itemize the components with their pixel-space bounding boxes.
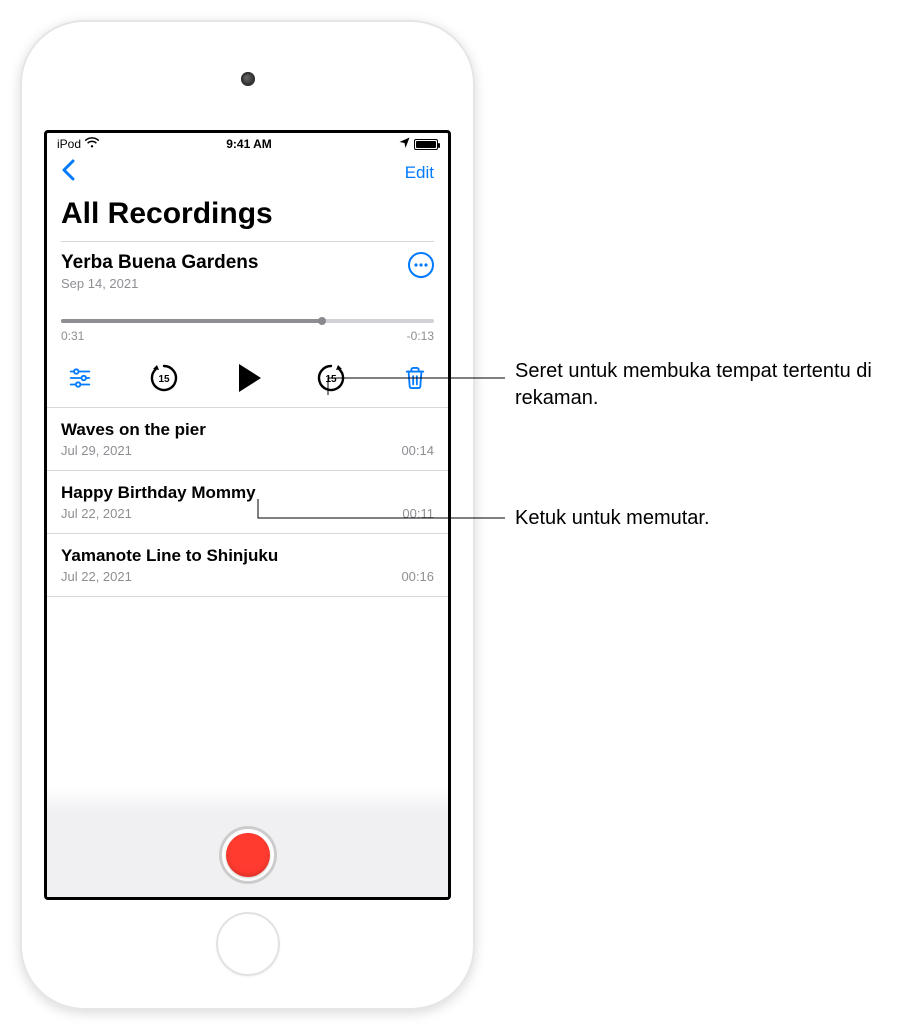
page-title: All Recordings xyxy=(47,193,448,241)
skip-forward-button[interactable]: 15 xyxy=(314,361,348,395)
play-icon xyxy=(239,364,261,392)
recording-title: Waves on the pier xyxy=(61,420,434,440)
record-toolbar xyxy=(47,811,448,897)
front-camera xyxy=(241,72,255,86)
recordings-list: Waves on the pier Jul 29, 2021 00:14 Hap… xyxy=(47,407,448,811)
playback-controls: 15 15 xyxy=(61,361,434,395)
record-button[interactable] xyxy=(219,826,277,884)
list-item[interactable]: Waves on the pier Jul 29, 2021 00:14 xyxy=(47,407,448,470)
list-item[interactable]: Happy Birthday Mommy Jul 22, 2021 00:11 xyxy=(47,470,448,533)
screen: iPod 9:41 AM Edit All Recordings xyxy=(44,130,451,900)
battery-icon xyxy=(414,139,438,150)
carrier-label: iPod xyxy=(57,137,81,151)
fade-overlay xyxy=(47,788,448,812)
recording-date: Jul 22, 2021 xyxy=(61,569,132,584)
elapsed-time: 0:31 xyxy=(61,329,84,343)
svg-text:15: 15 xyxy=(326,374,338,385)
list-item[interactable]: Yamanote Line to Shinjuku Jul 22, 2021 0… xyxy=(47,533,448,597)
recording-date: Jul 29, 2021 xyxy=(61,443,132,458)
callout-scrubber: Seret untuk membuka tempat tertentu di r… xyxy=(515,358,905,412)
nav-bar: Edit xyxy=(47,153,448,193)
remaining-time: -0:13 xyxy=(407,329,434,343)
scrubber-handle[interactable] xyxy=(318,317,326,325)
status-bar: iPod 9:41 AM xyxy=(47,133,448,153)
edit-button[interactable]: Edit xyxy=(405,163,434,183)
more-button[interactable] xyxy=(408,252,434,278)
callout-play: Ketuk untuk memutar. xyxy=(515,505,710,532)
clock-label: 9:41 AM xyxy=(226,137,272,151)
recording-title: Yamanote Line to Shinjuku xyxy=(61,546,434,566)
recording-duration: 00:11 xyxy=(402,506,434,521)
options-button[interactable] xyxy=(63,361,97,395)
skip-back-button[interactable]: 15 xyxy=(147,361,181,395)
play-button[interactable] xyxy=(231,361,265,395)
recording-duration: 00:16 xyxy=(401,569,434,584)
device-frame: iPod 9:41 AM Edit All Recordings xyxy=(20,20,475,1010)
recording-duration: 00:14 xyxy=(401,443,434,458)
expanded-recording: Yerba Buena Gardens Sep 14, 2021 0:31 -0… xyxy=(47,242,448,407)
home-button[interactable] xyxy=(216,912,280,976)
record-icon xyxy=(226,833,270,877)
recording-title: Yerba Buena Gardens xyxy=(61,252,258,274)
location-icon xyxy=(399,137,410,151)
recording-date: Jul 22, 2021 xyxy=(61,506,132,521)
wifi-icon xyxy=(85,137,99,151)
back-button[interactable] xyxy=(61,159,75,187)
recording-date: Sep 14, 2021 xyxy=(61,276,258,291)
playback-scrubber[interactable]: 0:31 -0:13 xyxy=(61,319,434,343)
svg-text:15: 15 xyxy=(158,374,170,385)
delete-button[interactable] xyxy=(398,361,432,395)
recording-title: Happy Birthday Mommy xyxy=(61,483,434,503)
